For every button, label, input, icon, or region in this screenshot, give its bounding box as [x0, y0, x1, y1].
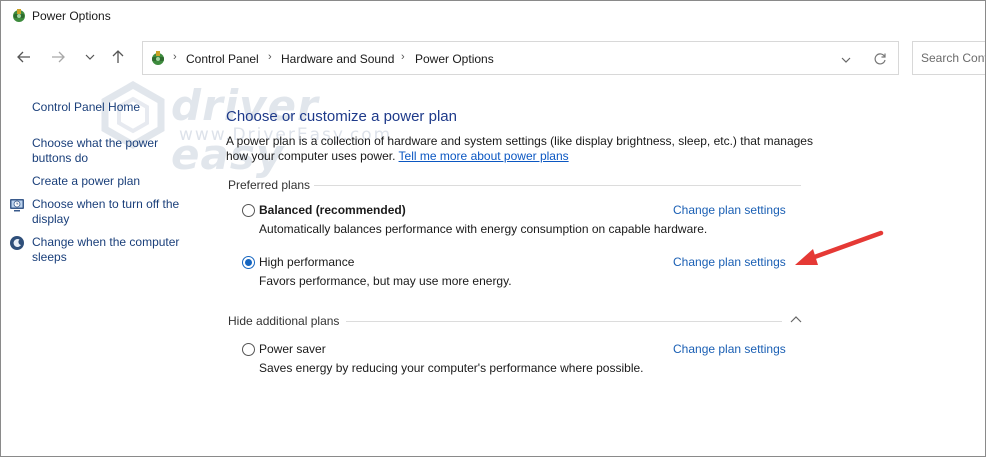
page-title: Choose or customize a power plan — [226, 108, 457, 125]
window-title: Power Options — [32, 9, 111, 23]
breadcrumb-control-panel[interactable]: Control Panel — [186, 52, 259, 66]
control-panel-home-link[interactable]: Control Panel Home — [32, 100, 140, 115]
arrow-left-icon — [17, 51, 30, 63]
change-plan-settings-high-performance-link[interactable]: Change plan settings — [673, 255, 786, 269]
change-sleep-link[interactable]: Change when the computer sleeps — [32, 235, 179, 265]
turn-off-display-link[interactable]: Choose when to turn off the display — [32, 197, 179, 227]
hide-additional-plans-toggle[interactable]: Hide additional plans — [228, 314, 339, 328]
plan-desc-high-performance: Favors performance, but may use more ene… — [259, 274, 512, 288]
navigation-bar: › Control Panel › Hardware and Sound › P… — [1, 39, 985, 77]
link-label-line2: sleeps — [32, 250, 67, 264]
balanced-radio[interactable] — [242, 204, 255, 217]
search-input[interactable] — [913, 42, 985, 74]
high-performance-radio[interactable] — [242, 256, 255, 269]
arrow-right-icon — [52, 51, 65, 63]
watermark-brand: driver easy — [171, 81, 319, 179]
page-description: A power plan is a collection of hardware… — [226, 134, 816, 164]
change-plan-settings-power-saver-link[interactable]: Change plan settings — [673, 342, 786, 356]
link-label-line1: Choose when to turn off the — [32, 197, 180, 211]
chevron-down-icon[interactable] — [840, 54, 852, 66]
control-panel-icon — [152, 51, 164, 65]
link-label-line2: buttons do — [32, 151, 89, 165]
breadcrumb-separator: › — [173, 51, 177, 63]
address-bar[interactable]: › Control Panel › Hardware and Sound › P… — [142, 41, 899, 75]
power-options-window: Power Options › Control Panel › Hardware… — [0, 0, 986, 457]
breadcrumb-separator[interactable]: › — [268, 51, 272, 63]
link-label-line2: display — [32, 212, 70, 226]
change-plan-settings-balanced-link[interactable]: Change plan settings — [673, 203, 786, 217]
power-options-icon — [13, 9, 25, 22]
chevron-up-icon[interactable] — [789, 314, 803, 324]
plan-name-balanced[interactable]: Balanced (recommended) — [259, 203, 406, 217]
plan-name-power-saver[interactable]: Power saver — [259, 342, 326, 356]
plan-desc-balanced: Automatically balances performance with … — [259, 222, 708, 236]
sleep-moon-icon — [10, 236, 24, 250]
chevron-down-icon — [85, 54, 95, 60]
up-button[interactable] — [108, 47, 128, 67]
breadcrumb-separator[interactable]: › — [401, 51, 405, 63]
display-clock-icon — [10, 199, 24, 212]
arrow-up-icon — [112, 50, 124, 63]
forward-button[interactable] — [48, 47, 68, 67]
link-label-line1: Change when the computer — [32, 235, 180, 249]
refresh-icon[interactable] — [873, 52, 887, 66]
create-power-plan-link[interactable]: Create a power plan — [32, 174, 140, 189]
choose-power-buttons-link[interactable]: Choose what the power buttons do — [32, 136, 158, 166]
breadcrumb-hardware-and-sound[interactable]: Hardware and Sound — [281, 52, 394, 66]
title-bar: Power Options — [1, 1, 985, 31]
breadcrumb-power-options[interactable]: Power Options — [415, 52, 494, 66]
preferred-plans-header: Preferred plans — [228, 178, 311, 192]
back-button[interactable] — [14, 47, 34, 67]
power-saver-radio[interactable] — [242, 343, 255, 356]
plan-name-high-performance[interactable]: High performance — [259, 255, 354, 269]
group-divider — [346, 321, 782, 322]
recent-locations-button[interactable] — [80, 47, 100, 67]
search-box[interactable] — [912, 41, 985, 75]
group-divider — [314, 185, 801, 186]
tell-me-more-link[interactable]: Tell me more about power plans — [399, 149, 569, 163]
annotation-arrow-icon — [795, 230, 884, 265]
link-label-line1: Choose what the power — [32, 136, 159, 150]
plan-desc-power-saver: Saves energy by reducing your computer's… — [259, 361, 644, 375]
